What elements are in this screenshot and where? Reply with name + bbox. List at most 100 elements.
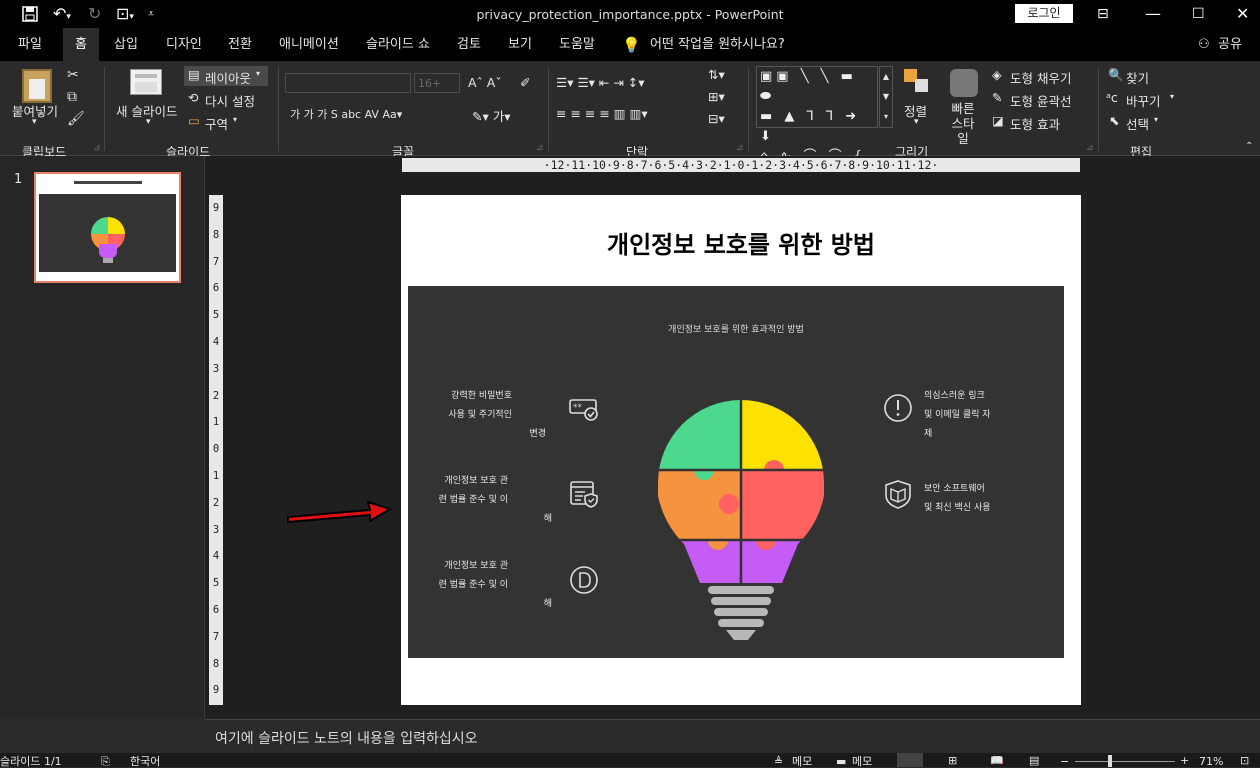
minimize-icon[interactable]: — [1145, 0, 1161, 28]
layout-label: 레이아웃 [205, 71, 252, 86]
shape-fill-button[interactable]: 도형 채우기 [1010, 68, 1071, 87]
close-icon[interactable]: ✕ [1236, 0, 1249, 28]
normal-view-button[interactable] [897, 753, 923, 767]
tab-transitions[interactable]: 전환 [224, 28, 256, 61]
title-bar: ↶▾ ↻ ⊡▾ ⩡ privacy_protection_importance.… [0, 0, 1260, 28]
fit-slide-icon[interactable]: ⊡ [1240, 755, 1249, 766]
arrange-icon[interactable] [904, 69, 930, 95]
arrange-dropdown-icon[interactable]: ▾ [914, 117, 919, 127]
notes-pane[interactable]: 여기에 슬라이드 노트의 내용을 입력하십시오 [205, 719, 1260, 753]
font-launcher-icon[interactable]: ⊿ [536, 143, 544, 153]
drawing-launcher-icon[interactable]: ⊿ [1086, 143, 1094, 153]
clear-format-icon[interactable]: ✐ [520, 75, 530, 90]
section-icon: ▭ [188, 113, 200, 128]
slideshow-view-icon[interactable]: ▤ [1029, 755, 1039, 766]
clipboard-launcher-icon[interactable]: ⊿ [93, 143, 101, 153]
tell-me-input[interactable]: 어떤 작업을 원하시나요? [646, 28, 789, 61]
maximize-icon[interactable]: ☐ [1192, 0, 1205, 28]
share-button[interactable]: 공유 [1214, 28, 1246, 61]
select-button[interactable]: 선택 [1126, 114, 1149, 133]
cut-icon[interactable]: ✂ [67, 67, 79, 83]
tab-design[interactable]: 디자인 [162, 28, 206, 61]
collapse-ribbon-icon[interactable]: ⌃ [1245, 141, 1253, 152]
shape-effects-icon: ◪ [992, 113, 1004, 128]
zoom-slider-thumb[interactable] [1108, 755, 1112, 767]
grow-font-icon[interactable]: Aˆ Aˇ [468, 75, 502, 90]
new-slide-dropdown-icon[interactable]: ▾ [146, 117, 151, 127]
shape-outline-icon: ✎ [992, 90, 1003, 105]
section-dropdown-icon[interactable]: ▾ [233, 115, 237, 124]
find-button[interactable]: 찾기 [1126, 68, 1149, 87]
paragraph-launcher-icon[interactable]: ⊿ [736, 143, 744, 153]
align-icons[interactable]: ≡ ≡ ≡ ≡ ▥ ▥▾ [556, 106, 648, 121]
language-label[interactable]: 한국어 [130, 756, 160, 767]
tab-animations[interactable]: 애니메이션 [275, 28, 343, 61]
infographic-panel[interactable]: 개인정보 보호를 위한 효과적인 방법 강력한 비밀번호 사용 및 주기적인 변… [408, 286, 1064, 658]
paste-icon[interactable] [22, 69, 52, 103]
replace-button[interactable]: 바꾸기 [1126, 91, 1161, 110]
paste-dropdown-icon[interactable]: ▾ [32, 117, 37, 127]
format-painter-icon[interactable]: 🖌 [67, 111, 85, 127]
select-dropdown-icon[interactable]: ▾ [1154, 115, 1158, 124]
spellcheck-icon[interactable]: ⎘ [101, 756, 110, 767]
vertical-ruler: 9 8 7 6 5 4 3 2 1 0 1 2 3 4 5 6 7 8 9 [209, 195, 223, 705]
left-item-1-line-3: 변경 [529, 429, 546, 439]
slide-thumbnail[interactable] [34, 172, 181, 283]
smartart-icon[interactable]: ⊟▾ [708, 111, 725, 126]
font-size-input[interactable]: 16+ [414, 73, 460, 93]
red-arrow-annotation [287, 500, 393, 524]
ribbon: 붙여넣기 ▾ ✂ ⧉ 🖌 클립보드 ⊿ 새 슬라이드 ▾ ▤ 레이아웃 ▾ ⟲ … [0, 61, 1260, 184]
d-circle-icon [570, 566, 598, 594]
shapes-gallery[interactable]: ▣▣ ╲ ╲ ▬ ⬬▬ ▲ ⅂ ⅂ ➜ ⬇⌂ ∿ ⌒ ⌒ { } [756, 66, 878, 184]
shapes-gallery-scroll[interactable]: ▲ ▼ ▾ [879, 66, 893, 128]
login-button[interactable]: 로그인 [1015, 4, 1073, 23]
notes-toggle[interactable]: 메모 [792, 756, 812, 767]
quick-styles-icon[interactable] [950, 69, 978, 97]
ribbon-tabs: 파일 홈 삽입 디자인 전환 애니메이션 슬라이드 쇼 검토 보기 도움말 💡 … [0, 28, 1260, 61]
font-style-icons[interactable]: 가 가 가 S abc AV Aa▾ [290, 106, 402, 122]
tab-review[interactable]: 검토 [453, 28, 485, 61]
thumbnail-pane: 1 [0, 156, 205, 719]
lightbulb-puzzle-graphic [658, 400, 824, 640]
new-slide-icon[interactable] [130, 69, 162, 95]
left-item-1-line-1: 강력한 비밀번호 [451, 391, 512, 401]
left-item-3-line-1: 개인정보 보호 관 [444, 561, 508, 571]
shape-effects-button[interactable]: 도형 효과 [1010, 114, 1060, 133]
text-direction-icon[interactable]: ⇅▾ [708, 67, 725, 82]
left-item-3-line-3: 해 [543, 599, 552, 609]
tab-view[interactable]: 보기 [504, 28, 536, 61]
copy-icon[interactable]: ⧉ [67, 89, 77, 105]
tab-help[interactable]: 도움말 [555, 28, 599, 61]
quick-styles-button[interactable]: 빠른 스타일 [950, 101, 976, 146]
tab-file[interactable]: 파일 [14, 28, 46, 61]
svg-text:**: ** [573, 403, 583, 413]
reset-button[interactable]: 다시 설정 [205, 91, 255, 110]
ribbon-display-icon[interactable]: ⊟ [1097, 0, 1109, 28]
lightbulb-icon: 💡 [622, 36, 641, 54]
shape-outline-button[interactable]: 도형 윤곽선 [1010, 91, 1071, 110]
comments-toggle[interactable]: 메모 [852, 756, 872, 767]
notes-toggle-icon[interactable]: ≜ [774, 756, 783, 767]
slide-sorter-icon[interactable]: ⊞ [948, 755, 957, 766]
zoom-level[interactable]: 71% [1199, 756, 1223, 767]
replace-dropdown-icon[interactable]: ▾ [1170, 92, 1174, 101]
zoom-slider[interactable] [1075, 761, 1175, 762]
zoom-out-icon[interactable]: − [1060, 756, 1069, 767]
reset-icon: ⟲ [188, 90, 199, 105]
slide-title[interactable]: 개인정보 보호를 위한 방법 [401, 225, 1081, 260]
slide-count: 슬라이드 1/1 [0, 755, 62, 768]
highlight-icon[interactable]: ✎▾ 가▾ [472, 106, 511, 125]
left-item-1-line-2: 사용 및 주기적인 [448, 410, 512, 420]
section-button[interactable]: 구역 [205, 114, 228, 133]
comments-icon[interactable]: ▬ [836, 756, 846, 767]
tab-insert[interactable]: 삽입 [110, 28, 142, 61]
font-name-input[interactable] [285, 73, 411, 93]
zoom-in-icon[interactable]: + [1180, 755, 1189, 766]
list-icons[interactable]: ☰▾ ☰▾ ⇤ ⇥ ↕▾ [556, 75, 645, 90]
notes-placeholder[interactable]: 여기에 슬라이드 노트의 내용을 입력하십시오 [215, 728, 478, 748]
right-item-1-line-1: 의심스러운 링크 [924, 391, 985, 401]
tab-home[interactable]: 홈 [63, 28, 99, 61]
align-text-icon[interactable]: ⊞▾ [708, 89, 725, 104]
tab-slideshow[interactable]: 슬라이드 쇼 [362, 28, 434, 61]
reading-view-icon[interactable]: 📖 [990, 755, 1004, 766]
